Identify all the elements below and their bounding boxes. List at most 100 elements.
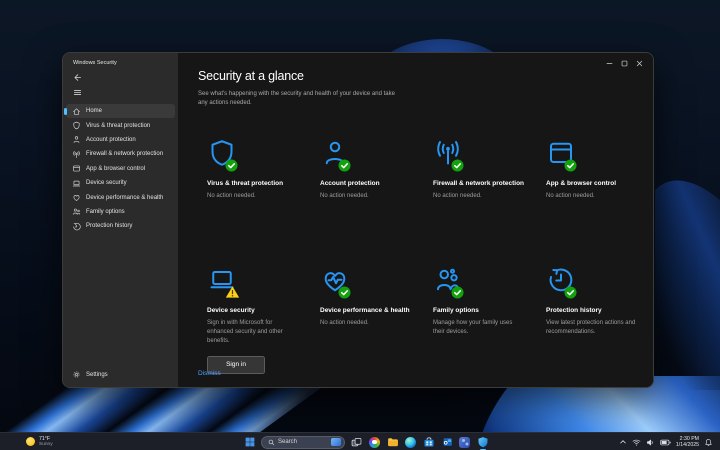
- check-badge-icon: [451, 159, 464, 172]
- sidebar-item-device-performance-health[interactable]: Device performance & health: [66, 190, 175, 204]
- family-icon: [72, 207, 81, 216]
- app-window-icon: [72, 164, 81, 173]
- sidebar-item-virus-threat-protection[interactable]: Virus & threat protection: [66, 118, 175, 132]
- sidebar-item-firewall-network-protection[interactable]: Firewall & network protection: [66, 147, 175, 161]
- volume-icon[interactable]: [646, 438, 655, 447]
- check-badge-icon: [564, 286, 577, 299]
- sidebar-item-label: Device security: [86, 180, 127, 186]
- battery-icon[interactable]: [660, 438, 671, 447]
- back-arrow-icon: [73, 73, 85, 82]
- wifi-icon[interactable]: [632, 438, 641, 447]
- sidebar-item-label: Account protection: [86, 137, 136, 143]
- family-icon: [433, 265, 465, 299]
- tray-chevron-button[interactable]: [619, 438, 627, 446]
- tile-app-browser-control[interactable]: App & browser control No action needed.: [546, 138, 641, 265]
- tiles-grid: Virus & threat protection No action need…: [207, 138, 654, 374]
- close-button[interactable]: [632, 58, 647, 69]
- task-view-button[interactable]: [350, 436, 363, 449]
- outlook-icon: [441, 436, 453, 448]
- wallpaper-right-strip: [655, 60, 720, 390]
- tile-label: Firewall & network protection: [433, 179, 528, 189]
- taskbar-clock[interactable]: 2:30 PM 1/14/2025: [676, 436, 699, 449]
- tile-label: Device performance & health: [320, 306, 415, 316]
- tile-device-security[interactable]: Device security Sign in with Microsoft f…: [207, 265, 302, 374]
- hamburger-icon: [73, 88, 85, 97]
- notification-bell-button[interactable]: [704, 438, 713, 447]
- sidebar-item-home[interactable]: Home: [66, 104, 175, 118]
- page-subtitle: See what's happening with the security a…: [198, 90, 403, 109]
- sidebar-item-settings[interactable]: Settings: [72, 370, 108, 379]
- outlook-mail-button[interactable]: [440, 436, 453, 449]
- sidebar-item-label: Protection history: [86, 223, 132, 229]
- search-label: Search: [278, 439, 328, 445]
- tile-protection-history[interactable]: Protection history View latest protectio…: [546, 265, 641, 374]
- window-controls: [602, 58, 647, 69]
- sidebar-item-label: Firewall & network protection: [86, 151, 163, 157]
- shield-icon: [72, 121, 81, 130]
- minimize-button[interactable]: [602, 58, 617, 69]
- tile-firewall-network-protection[interactable]: Firewall & network protection No action …: [433, 138, 528, 265]
- tile-label: Family options: [433, 306, 528, 316]
- sidebar: Windows Security Home Virus & threat: [63, 53, 178, 387]
- tile-virus-threat-protection[interactable]: Virus & threat protection No action need…: [207, 138, 302, 265]
- windows-logo-icon: [245, 437, 255, 447]
- sidebar-item-app-browser-control[interactable]: App & browser control: [66, 162, 175, 176]
- store-bag-icon: [423, 436, 435, 448]
- laptop-icon: [207, 265, 239, 299]
- sidebar-item-device-security[interactable]: Device security: [66, 176, 175, 190]
- tile-device-performance-health[interactable]: Device performance & health No action ne…: [320, 265, 415, 374]
- app-button[interactable]: [458, 436, 471, 449]
- app-icon: [459, 437, 470, 448]
- window-title: Windows Security: [63, 59, 178, 66]
- maximize-button[interactable]: [617, 58, 632, 69]
- home-icon: [72, 107, 81, 116]
- windows-security-window: Windows Security Home Virus & threat: [62, 52, 654, 388]
- file-explorer-button[interactable]: [386, 436, 399, 449]
- windows-security-app-button[interactable]: [476, 436, 489, 449]
- microsoft-store-button[interactable]: [422, 436, 435, 449]
- tile-status: No action needed.: [207, 192, 299, 201]
- tile-family-options[interactable]: Family options Manage how your family us…: [433, 265, 528, 374]
- photos-icon: [369, 437, 380, 448]
- heart-pulse-icon: [72, 193, 81, 202]
- tile-label: Protection history: [546, 306, 641, 316]
- desktop: Windows Security Home Virus & threat: [0, 0, 720, 450]
- network-antenna-icon: [72, 150, 81, 159]
- tile-status: Manage how your family uses their device…: [433, 319, 525, 338]
- sunny-weather-icon: [26, 437, 35, 446]
- back-button[interactable]: [63, 66, 85, 82]
- heart-pulse-icon: [320, 265, 352, 299]
- tile-status: No action needed.: [546, 192, 638, 201]
- taskbar-search-box[interactable]: Search: [261, 436, 345, 449]
- tile-account-protection[interactable]: Account protection No action needed.: [320, 138, 415, 265]
- folder-icon: [387, 436, 399, 448]
- tile-status: Sign in with Microsoft for enhanced secu…: [207, 319, 299, 347]
- page-title: Security at a glance: [198, 69, 653, 83]
- hamburger-menu-button[interactable]: [63, 82, 85, 97]
- tile-status: View latest protection actions and recom…: [546, 319, 638, 338]
- laptop-icon: [72, 179, 81, 188]
- edge-browser-button[interactable]: [404, 436, 417, 449]
- tile-label: Account protection: [320, 179, 415, 189]
- taskbar-weather-widget[interactable]: 71°F Sunny: [26, 436, 53, 448]
- weather-condition: Sunny: [39, 442, 53, 448]
- sidebar-item-label: Virus & threat protection: [86, 123, 150, 129]
- sidebar-item-account-protection[interactable]: Account protection: [66, 133, 175, 147]
- network-antenna-icon: [433, 138, 465, 172]
- system-tray: 2:30 PM 1/14/2025: [619, 435, 713, 449]
- sidebar-item-label: App & browser control: [86, 166, 145, 172]
- photos-app-button[interactable]: [368, 436, 381, 449]
- dismiss-link[interactable]: Dismiss: [198, 370, 221, 377]
- check-badge-icon: [564, 159, 577, 172]
- person-icon: [320, 138, 352, 172]
- gear-icon: [72, 370, 81, 379]
- start-button[interactable]: [243, 436, 256, 449]
- tile-label: Virus & threat protection: [207, 179, 302, 189]
- check-badge-icon: [225, 159, 238, 172]
- search-highlights-icon: [331, 438, 341, 446]
- security-shield-icon: [477, 436, 489, 448]
- sidebar-item-protection-history[interactable]: Protection history: [66, 219, 175, 233]
- tray-date: 1/14/2025: [676, 442, 699, 449]
- task-view-icon: [351, 437, 362, 448]
- sidebar-item-family-options[interactable]: Family options: [66, 205, 175, 219]
